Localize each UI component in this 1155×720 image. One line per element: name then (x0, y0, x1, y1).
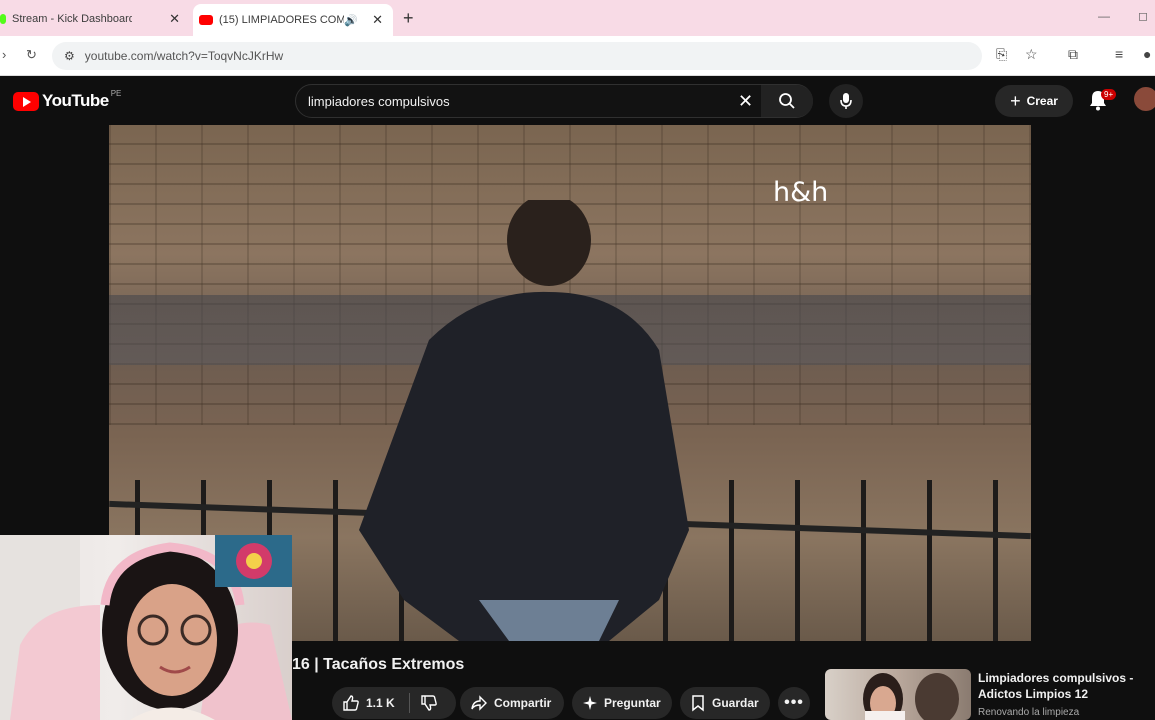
youtube-header: YouTube PE limpiadores compulsivos ✕ + C… (0, 77, 1155, 125)
browser-toolbar: ⚙ youtube.com/watch?v=ToqvNcJKrHw (0, 36, 1155, 76)
profile-icon[interactable]: ● (1143, 46, 1151, 62)
browser-tab-bar: Stream - Kick Dashboard ✕ (15) LIMPIADOR… (0, 0, 1155, 36)
maximize-icon[interactable]: ◻ (1138, 9, 1148, 23)
account-avatar[interactable] (1134, 87, 1155, 111)
reload-icon[interactable]: ↻ (26, 47, 37, 63)
tab-kick-dashboard[interactable]: Stream - Kick Dashboard ✕ (0, 6, 190, 32)
like-dislike-group: 1.1 K (332, 687, 456, 719)
share-icon (471, 695, 487, 711)
logo-text: YouTube (42, 91, 109, 110)
more-actions-button[interactable]: ••• (778, 687, 810, 719)
ask-button[interactable]: Preguntar (572, 687, 672, 719)
webcam-image (0, 535, 292, 720)
plus-icon: + (1010, 90, 1021, 111)
notification-badge: 9+ (1101, 89, 1117, 100)
save-label: Guardar (712, 696, 759, 710)
close-tab-icon[interactable]: ✕ (372, 12, 383, 28)
extensions-icon[interactable]: ⧉ (1068, 46, 1078, 63)
new-tab-button[interactable]: + (403, 8, 414, 29)
media-control-icon[interactable]: ≡ (1115, 46, 1123, 62)
tab-title: Stream - Kick Dashboard (12, 13, 132, 25)
like-icon[interactable] (342, 694, 360, 712)
ask-label: Preguntar (604, 696, 661, 710)
save-button[interactable]: Guardar (680, 687, 770, 719)
clear-search-icon[interactable]: ✕ (738, 91, 753, 112)
address-bar[interactable]: ⚙ youtube.com/watch?v=ToqvNcJKrHw (52, 42, 982, 70)
video-frame-person (359, 200, 689, 641)
url-text: youtube.com/watch?v=ToqvNcJKrHw (84, 49, 284, 63)
site-info-icon[interactable]: ⚙ (64, 49, 75, 63)
youtube-favicon-icon (199, 15, 213, 25)
video-title: 16 | Tacaños Extremos (292, 656, 465, 673)
tab-title: (15) LIMPIADORES COMPU (219, 14, 344, 26)
recommendation-title[interactable]: Limpiadores compulsivos - Adictos Limpio… (978, 670, 1148, 702)
voice-search-button[interactable] (829, 84, 863, 118)
install-app-icon[interactable]: ⎘ (996, 46, 1007, 63)
like-divider (408, 693, 410, 713)
webcam-overlay (0, 535, 292, 720)
like-count[interactable]: 1.1 K (366, 696, 395, 710)
microphone-icon (840, 93, 852, 109)
forward-icon[interactable]: › (2, 47, 6, 62)
bookmark-star-icon[interactable]: ☆ (1025, 46, 1038, 63)
recommendation-thumbnail[interactable] (825, 669, 971, 720)
search-icon (779, 93, 795, 109)
minimize-icon[interactable]: — (1098, 9, 1110, 23)
dislike-icon[interactable] (420, 694, 438, 712)
search-button[interactable] (761, 85, 813, 117)
create-label: Crear (1026, 94, 1058, 108)
video-watermark: h&h (773, 177, 829, 208)
kick-favicon-icon (0, 14, 6, 24)
speaker-icon[interactable]: 🔊 (344, 14, 358, 27)
tab-youtube[interactable]: (15) LIMPIADORES COMPU 🔊 ✕ (193, 4, 393, 36)
sparkle-icon (583, 696, 597, 710)
close-tab-icon[interactable]: ✕ (169, 11, 180, 27)
bookmark-icon (692, 695, 704, 712)
create-button[interactable]: + Crear (995, 85, 1073, 117)
youtube-play-icon (13, 91, 39, 111)
recommendation-channel[interactable]: Renovando la limpieza (978, 707, 1079, 718)
search-box[interactable]: limpiadores compulsivos ✕ (295, 84, 813, 118)
share-button[interactable]: Compartir (460, 687, 564, 719)
more-icon: ••• (784, 694, 804, 711)
share-label: Compartir (494, 696, 552, 710)
country-code: PE (110, 88, 122, 98)
recommendation-thumbnail-image (863, 673, 959, 720)
search-input[interactable]: limpiadores compulsivos (308, 94, 450, 109)
youtube-logo[interactable]: YouTube PE (13, 88, 122, 111)
